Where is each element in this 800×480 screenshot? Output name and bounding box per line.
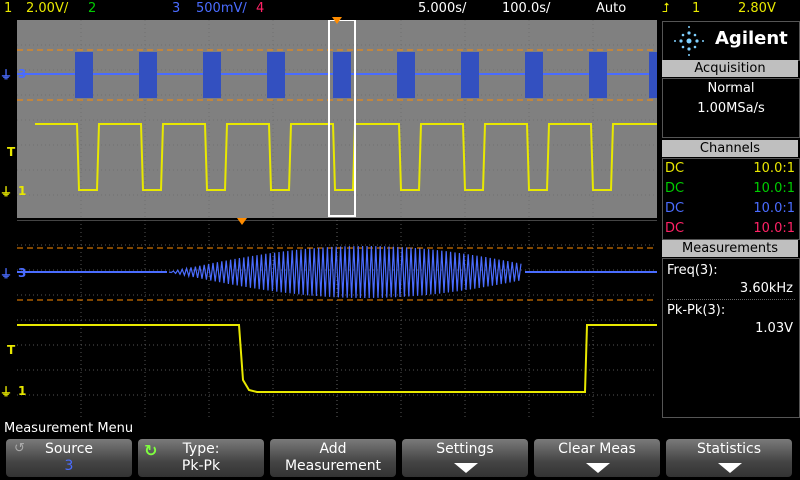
ch1-marker-zoom[interactable]: 1 [18, 384, 26, 398]
clear-meas-label: Clear Meas [558, 441, 636, 457]
statistics-button[interactable]: Statistics [666, 439, 792, 477]
ch1-scale[interactable]: 2.00V/ [26, 1, 68, 16]
ch3-label[interactable]: 3 [172, 1, 180, 16]
meas2-label: Pk-Pk(3): [667, 303, 726, 318]
measurements-header: Measurements [662, 240, 798, 257]
ch4-probe: 10.0:1 [753, 221, 795, 236]
submenu-arrow-icon [586, 463, 610, 473]
ch1-label[interactable]: 1 [4, 1, 12, 16]
measurements-panel[interactable]: Freq(3): 3.60kHz Pk-Pk(3): 1.03V [662, 258, 800, 418]
ch3-probe: 10.0:1 [753, 201, 795, 216]
add-measurement-button[interactable]: Add Measurement [270, 439, 396, 477]
acquisition-mode: Normal [707, 81, 755, 96]
zoom-waveform-svg [17, 220, 657, 418]
ch1-probe: 10.0:1 [753, 161, 795, 176]
acquisition-panel[interactable]: Normal 1.00MSa/s [662, 78, 800, 138]
menu-title: Measurement Menu [4, 421, 134, 436]
ch1-coupling: DC [665, 161, 685, 176]
ch4-label[interactable]: 4 [256, 1, 264, 16]
meas1-label: Freq(3): [667, 263, 718, 278]
channels-header: Channels [662, 140, 798, 157]
meas-divider [667, 299, 795, 300]
ch1-ground-marker[interactable]: ⏚ [0, 183, 12, 200]
softkey-type-label: Type: [182, 441, 220, 457]
main-window[interactable] [17, 20, 657, 218]
trigger-marker-main[interactable]: T [7, 145, 15, 159]
settings-label: Settings [436, 441, 494, 457]
trigger-edge-icon: ⮥ [662, 1, 670, 16]
ch3-bursts-main [17, 52, 657, 98]
add-measurement-label-1: Add [319, 441, 347, 457]
clear-meas-button[interactable]: Clear Meas [534, 439, 660, 477]
ch2-coupling: DC [665, 181, 685, 196]
ch3-marker-main[interactable]: 3 [18, 67, 26, 81]
main-waveform-svg [17, 20, 657, 218]
softkey-type[interactable]: ↻ Type: Pk-Pk [138, 439, 264, 477]
acquisition-header: Acquisition [662, 60, 798, 77]
submenu-arrow-icon [718, 463, 742, 473]
settings-button[interactable]: Settings [402, 439, 528, 477]
ch3-coupling: DC [665, 201, 685, 216]
zoom-trigger-position-icon[interactable] [237, 218, 247, 225]
timebase-readout[interactable]: 5.000s/ [418, 1, 466, 16]
ch2-probe: 10.0:1 [753, 181, 795, 196]
trigger-marker-zoom[interactable]: T [7, 343, 15, 357]
meas1-value: 3.60kHz [739, 281, 793, 296]
ch3-burst-trace [168, 245, 522, 299]
ch3-marker-zoom[interactable]: 3 [18, 266, 26, 280]
ch1-trace-main [35, 123, 657, 191]
brand-name: Agilent [715, 28, 788, 49]
add-measurement-label-2: Measurement [284, 458, 382, 474]
delay-readout[interactable]: 100.0s/ [502, 1, 550, 16]
submenu-arrow-icon [454, 463, 478, 473]
trigger-source[interactable]: 1 [692, 1, 700, 16]
ch1-trace-zoom [17, 324, 657, 393]
statistics-label: Statistics [697, 441, 761, 457]
ch1-marker-main[interactable]: 1 [18, 184, 26, 198]
trigger-position-icon[interactable] [332, 17, 342, 24]
softkey-source-label: Source [44, 441, 94, 457]
ch4-coupling: DC [665, 221, 685, 236]
softkey-source-value: 3 [64, 458, 74, 474]
ch3-burst-zoom [168, 245, 522, 299]
ch1-ground-marker-zoom[interactable]: ⏚ [0, 383, 12, 400]
channels-panel[interactable]: DC 10.0:1 DC 10.0:1 DC 10.0:1 DC 10.0:1 [662, 158, 800, 240]
zoom-window-box [328, 20, 356, 217]
ch3-ground-marker[interactable]: ⏚ [0, 66, 12, 83]
zoom-window[interactable] [17, 220, 657, 418]
agilent-spark-icon [674, 26, 704, 56]
trigger-level[interactable]: 2.80V [738, 1, 776, 16]
trigger-mode[interactable]: Auto [596, 1, 626, 16]
meas2-value: 1.03V [755, 321, 793, 336]
ch2-label[interactable]: 2 [88, 1, 96, 16]
softkey-type-value: Pk-Pk [181, 458, 221, 474]
sample-rate: 1.00MSa/s [697, 101, 765, 116]
status-bar: 1 2.00V/ 2 3 500mV/ 4 5.000s/ 100.0s/ Au… [0, 0, 800, 18]
brand-logo: Agilent [662, 21, 800, 61]
ch3-scale[interactable]: 500mV/ [196, 1, 247, 16]
ch3-ground-marker-zoom[interactable]: ⏚ [0, 265, 12, 282]
softkey-source[interactable]: ↺ Source 3 [6, 439, 132, 477]
